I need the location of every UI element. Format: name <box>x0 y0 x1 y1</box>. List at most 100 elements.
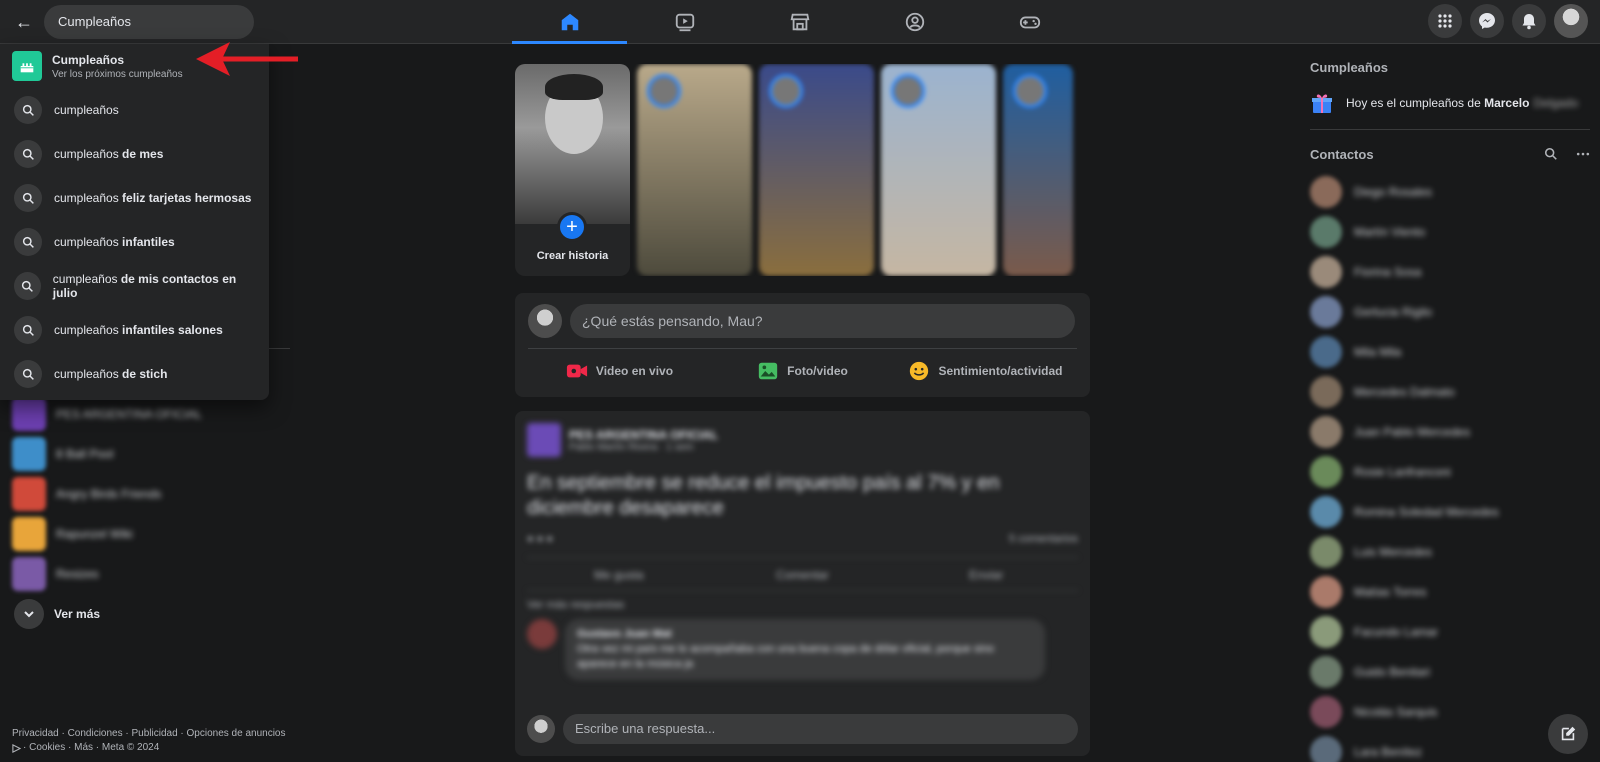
red-arrow-annotation <box>196 42 298 76</box>
shortcut-item[interactable]: 8 Ball Pool <box>12 434 272 474</box>
suggestion-text: cumpleaños <box>54 103 119 117</box>
reply-input[interactable]: Escribe una respuesta... <box>563 714 1078 744</box>
back-arrow-icon[interactable]: ← <box>12 10 36 34</box>
search-suggestion[interactable]: cumpleaños de mes <box>0 132 269 176</box>
comment-text: Otra vez mi país me lo acompañaba con un… <box>577 643 995 670</box>
story-card[interactable] <box>1003 64 1073 276</box>
shortcut-thumbnail <box>12 397 46 431</box>
search-icon <box>14 272 41 300</box>
search-icon <box>14 360 42 388</box>
contact-item[interactable]: Mercedes Dalmato <box>1310 372 1590 412</box>
ad-choices-icon[interactable] <box>12 743 21 753</box>
comment-avatar[interactable] <box>527 619 557 649</box>
birthdays-result-title: Cumpleaños <box>52 52 125 67</box>
search-suggestion[interactable]: cumpleaños infantiles <box>0 220 269 264</box>
composer-input[interactable]: ¿Qué estás pensando, Mau? <box>570 304 1075 338</box>
reply-row: Escribe una respuesta... <box>527 713 1078 745</box>
more-replies-link[interactable]: Ver más respuestas <box>515 599 1090 611</box>
story-card[interactable] <box>881 64 996 276</box>
footer-line-2[interactable]: · Cookies · Más · Meta © 2024 <box>23 741 159 755</box>
contact-item[interactable]: Luis Mercedes <box>1310 532 1590 572</box>
tab-groups[interactable] <box>857 0 972 44</box>
contact-avatar <box>1310 216 1342 248</box>
profile-avatar[interactable] <box>1554 4 1588 38</box>
composer-divider <box>528 348 1077 349</box>
contact-item[interactable]: Rosie Lanfranconi <box>1310 452 1590 492</box>
menu-grid-icon <box>1438 14 1452 28</box>
contact-avatar <box>1310 416 1342 448</box>
birthday-notice[interactable]: Hoy es el cumpleaños de Marcelo Delgado <box>1310 89 1590 117</box>
shortcut-label: Angry Birds Friends <box>56 487 162 501</box>
search-input[interactable]: Cumpleaños <box>44 5 254 39</box>
search-icon <box>14 96 42 124</box>
comment-button[interactable]: Comentar <box>711 558 895 590</box>
contact-item[interactable]: Nicolás Sarquis <box>1310 692 1590 732</box>
suggestion-bold: feliz tarjetas hermosas <box>122 191 252 205</box>
groups-icon <box>905 12 924 32</box>
search-suggestion[interactable]: cumpleaños de stich <box>0 352 269 396</box>
search-icon[interactable] <box>1544 147 1558 161</box>
shortcut-item[interactable]: Rapunzel Wiki <box>12 514 272 554</box>
contact-item[interactable]: Facundo Lamar <box>1310 612 1590 652</box>
messenger-button[interactable] <box>1470 4 1504 38</box>
tab-home[interactable] <box>512 0 627 44</box>
comment-count[interactable]: 5 comentarios <box>1009 533 1078 545</box>
reactions-icon[interactable]: ● ● ● <box>527 533 553 545</box>
contact-avatar <box>1310 176 1342 208</box>
create-story-card[interactable]: + Crear historia <box>515 64 630 276</box>
contact-name: Diego Rosales <box>1354 185 1433 199</box>
shortcut-item[interactable]: PES ARGENTINA OFICIAL <box>12 394 272 434</box>
right-divider <box>1310 129 1590 130</box>
live-video-button[interactable]: Video en vivo <box>528 353 711 389</box>
notifications-button[interactable] <box>1512 4 1546 38</box>
tab-video[interactable] <box>627 0 742 44</box>
contact-name: Lara Benítez <box>1354 745 1423 759</box>
tab-marketplace[interactable] <box>742 0 857 44</box>
birthday-name: Marcelo <box>1484 96 1530 110</box>
like-button[interactable]: Me gusta <box>527 558 711 590</box>
contact-name: Guido Benitari <box>1354 665 1431 679</box>
contact-item[interactable]: Romina Soledad Mercedes <box>1310 492 1590 532</box>
post-subtitle: Pablo Martín Rivera · 1 sem <box>569 441 694 453</box>
new-message-button[interactable] <box>1548 714 1588 754</box>
contact-item[interactable]: Guido Benitari <box>1310 652 1590 692</box>
birthday-prefix: Hoy es el cumpleaños de <box>1346 96 1485 110</box>
photo-video-button[interactable]: Foto/video <box>711 353 894 389</box>
post-composer: ¿Qué estás pensando, Mau? Video en vivo … <box>515 293 1090 397</box>
contact-item[interactable]: Martín Viento <box>1310 212 1590 252</box>
contact-item[interactable]: Fiorina Sosa <box>1310 252 1590 292</box>
post-author-avatar[interactable] <box>527 423 561 457</box>
footer-line-1[interactable]: Privacidad · Condiciones · Publicidad · … <box>12 727 292 741</box>
more-options-icon[interactable] <box>1576 147 1590 161</box>
contact-item[interactable]: Juan Pablo Mercedes <box>1310 412 1590 452</box>
comment-author[interactable]: Gustavo Juan Mat <box>577 627 1033 642</box>
search-suggestion[interactable]: cumpleaños infantiles salones <box>0 308 269 352</box>
post-author[interactable]: PES ARGENTINA OFICIAL <box>569 428 718 442</box>
search-suggestion[interactable]: cumpleaños feliz tarjetas hermosas <box>0 176 269 220</box>
see-more-button[interactable]: Ver más <box>14 594 272 634</box>
suggestion-text: cumpleaños de mis contactos en julio <box>53 272 255 300</box>
story-avatar <box>769 74 803 108</box>
post-content: PES ARGENTINA OFICIAL Pablo Martín River… <box>515 411 1090 680</box>
birthdays-title: Cumpleaños <box>1310 60 1389 75</box>
contact-item[interactable]: Matías Torres <box>1310 572 1590 612</box>
contact-avatar <box>1310 696 1342 728</box>
contact-item[interactable]: Diego Rosales <box>1310 172 1590 212</box>
search-suggestion[interactable]: cumpleaños de mis contactos en julio <box>0 264 269 308</box>
feeling-activity-button[interactable]: Sentimiento/actividad <box>894 353 1077 389</box>
tab-gaming[interactable] <box>972 0 1087 44</box>
composer-avatar[interactable] <box>528 304 562 338</box>
chevron-down-icon <box>14 599 44 629</box>
plus-icon: + <box>557 212 587 242</box>
menu-button[interactable] <box>1428 4 1462 38</box>
story-card[interactable] <box>637 64 752 276</box>
search-suggestion[interactable]: cumpleaños <box>0 88 269 132</box>
photo-icon <box>758 362 778 380</box>
shortcut-item[interactable]: Angry Birds Friends <box>12 474 272 514</box>
contact-item[interactable]: Gerlucia Rigilo <box>1310 292 1590 332</box>
shortcut-item[interactable]: Resizes <box>12 554 272 594</box>
story-card[interactable] <box>759 64 874 276</box>
contact-item[interactable]: Mila Mila <box>1310 332 1590 372</box>
share-button[interactable]: Enviar <box>894 558 1078 590</box>
marketplace-icon <box>790 13 809 31</box>
